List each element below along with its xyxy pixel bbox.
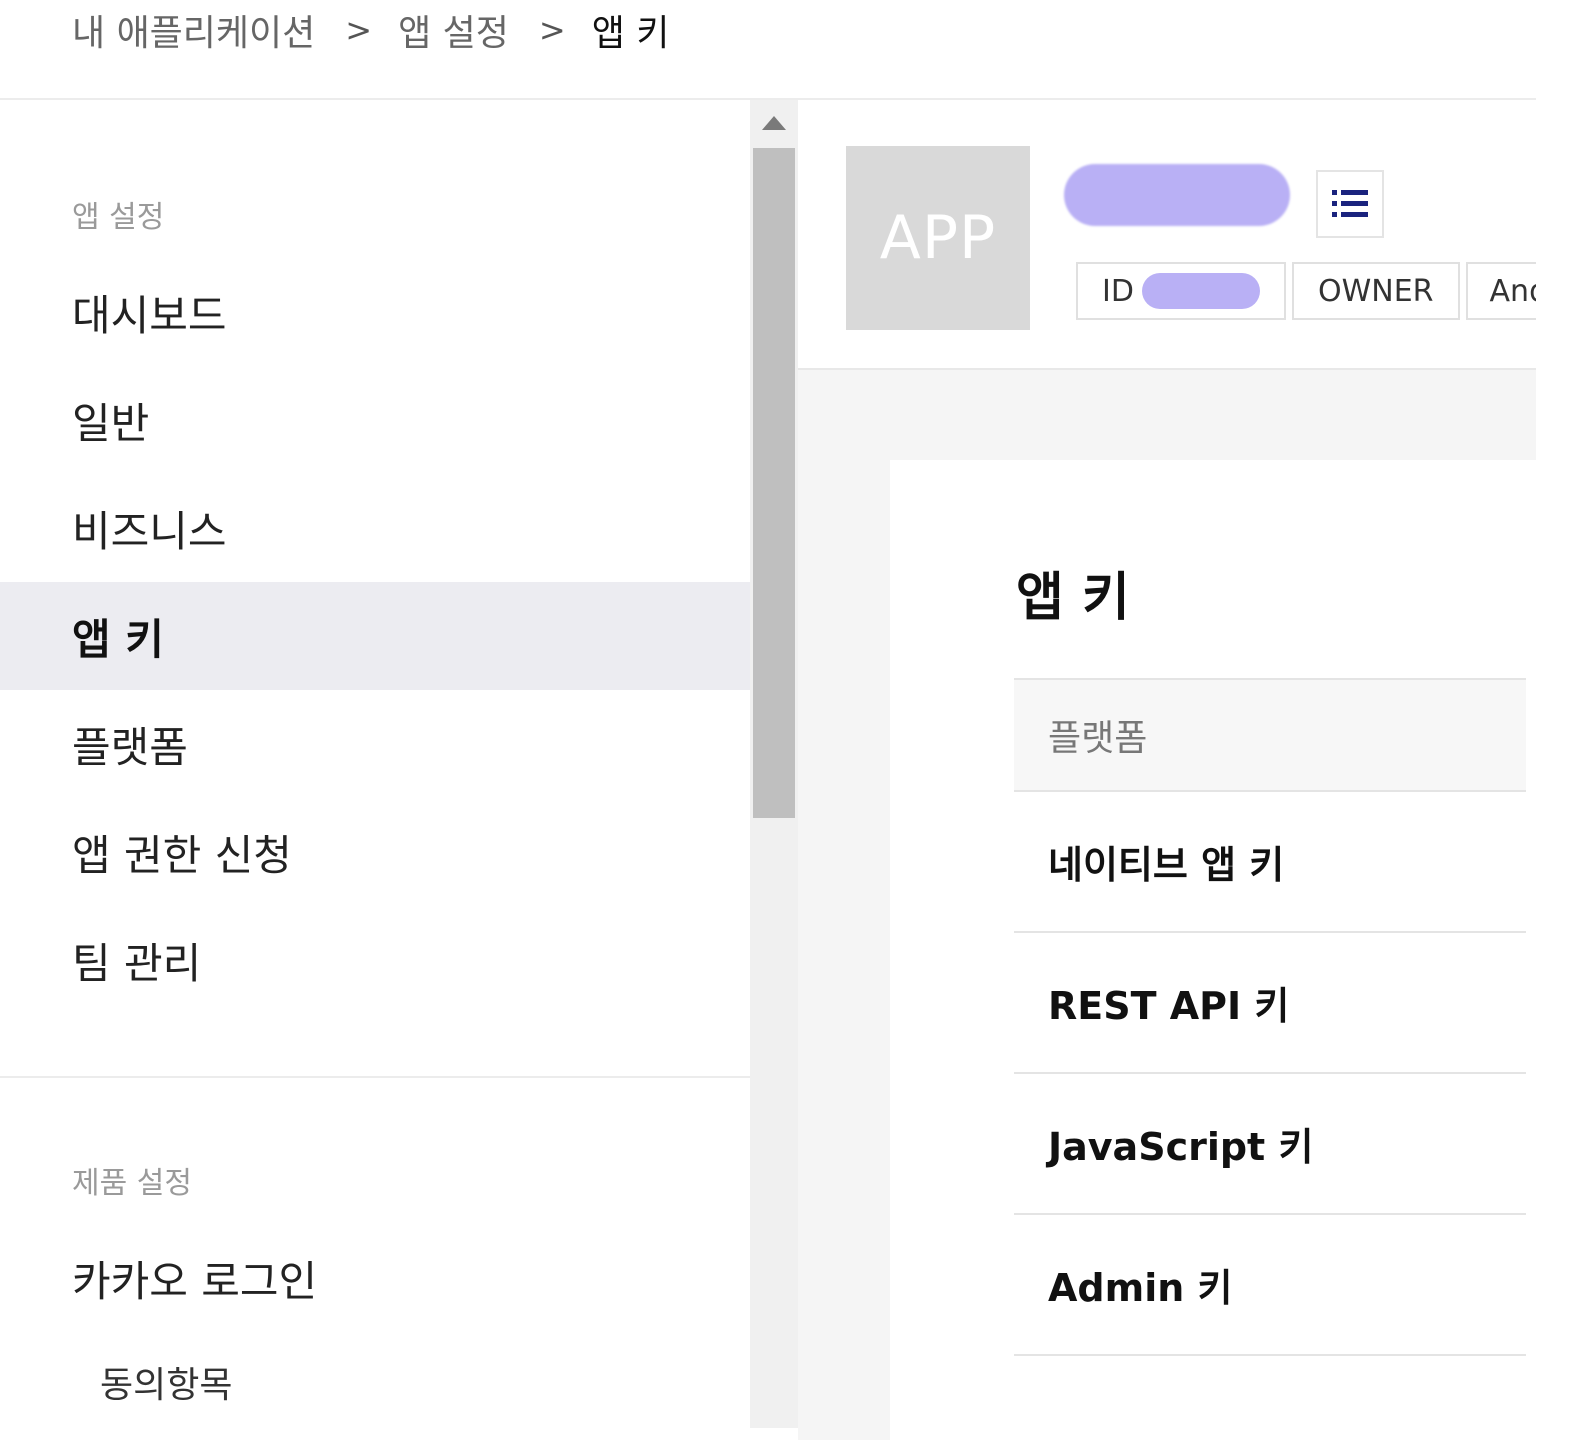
sidebar-section-product-settings: 제품 설정: [72, 1166, 192, 1201]
sidebar-divider: [0, 1076, 750, 1078]
sidebar-item-team-management[interactable]: 팀 관리: [0, 906, 750, 1014]
sidebar-item-dashboard[interactable]: 대시보드: [0, 258, 750, 366]
sidebar-item-kakao-login[interactable]: 카카오 로그인: [0, 1224, 750, 1332]
table-row-rest-api-key: REST API 키: [1014, 933, 1526, 1074]
breadcrumb-separator: >: [538, 11, 566, 49]
app-id-label: ID: [1102, 273, 1134, 309]
sidebar-item-app-permission-request[interactable]: 앱 권한 신청: [0, 798, 750, 906]
breadcrumb: 내 애플리케이션 > 앱 설정 > 앱 키: [72, 0, 669, 60]
sidebar: 앱 설정 대시보드 일반 비즈니스 앱 키 플랫폼 앱 권한 신청 팀 관리 제…: [0, 100, 750, 1440]
breadcrumb-app-settings[interactable]: 앱 설정: [398, 4, 509, 56]
table-row-native-app-key: 네이티브 앱 키: [1014, 792, 1526, 933]
scroll-up-arrow-icon[interactable]: [762, 116, 786, 130]
sidebar-item-general[interactable]: 일반: [0, 366, 750, 474]
app-keys-table: 플랫폼 네이티브 앱 키 REST API 키 JavaScript 키 Adm…: [1014, 678, 1526, 1356]
sidebar-item-business[interactable]: 비즈니스: [0, 474, 750, 582]
app-keys-page: 내 애플리케이션 > 앱 설정 > 앱 키 앱 설정 대시보드 일반 비즈니스 …: [0, 0, 1592, 1440]
table-row-javascript-key: JavaScript 키: [1014, 1074, 1526, 1215]
app-menu-button[interactable]: [1316, 170, 1384, 238]
list-icon: [1332, 190, 1368, 217]
scrollbar-thumb[interactable]: [753, 148, 795, 818]
sidebar-item-consent-items[interactable]: 동의항목: [0, 1352, 750, 1412]
platform-tag: And: [1465, 262, 1536, 320]
table-row-admin-key: Admin 키: [1014, 1215, 1526, 1356]
app-tag-row: ID OWNER And: [1076, 262, 1536, 320]
breadcrumb-app-keys: 앱 키: [591, 13, 670, 54]
app-id-redacted: [1141, 273, 1260, 309]
owner-tag: OWNER: [1292, 262, 1460, 320]
page-title: 앱 키: [1016, 568, 1130, 628]
sidebar-item-platform[interactable]: 플랫폼: [0, 690, 750, 798]
breadcrumb-my-applications[interactable]: 내 애플리케이션: [72, 4, 315, 56]
sidebar-section-app-settings: 앱 설정: [72, 200, 165, 235]
app-icon: APP: [846, 146, 1030, 330]
app-header: APP ID OWNER And: [798, 100, 1536, 375]
app-id-tag: ID: [1076, 262, 1286, 320]
sidebar-item-app-keys[interactable]: 앱 키: [0, 582, 750, 690]
app-name-redacted: [1064, 164, 1290, 226]
table-header-platform: 플랫폼: [1014, 678, 1526, 792]
sidebar-scrollbar[interactable]: [750, 100, 798, 1428]
breadcrumb-separator: >: [345, 11, 373, 49]
